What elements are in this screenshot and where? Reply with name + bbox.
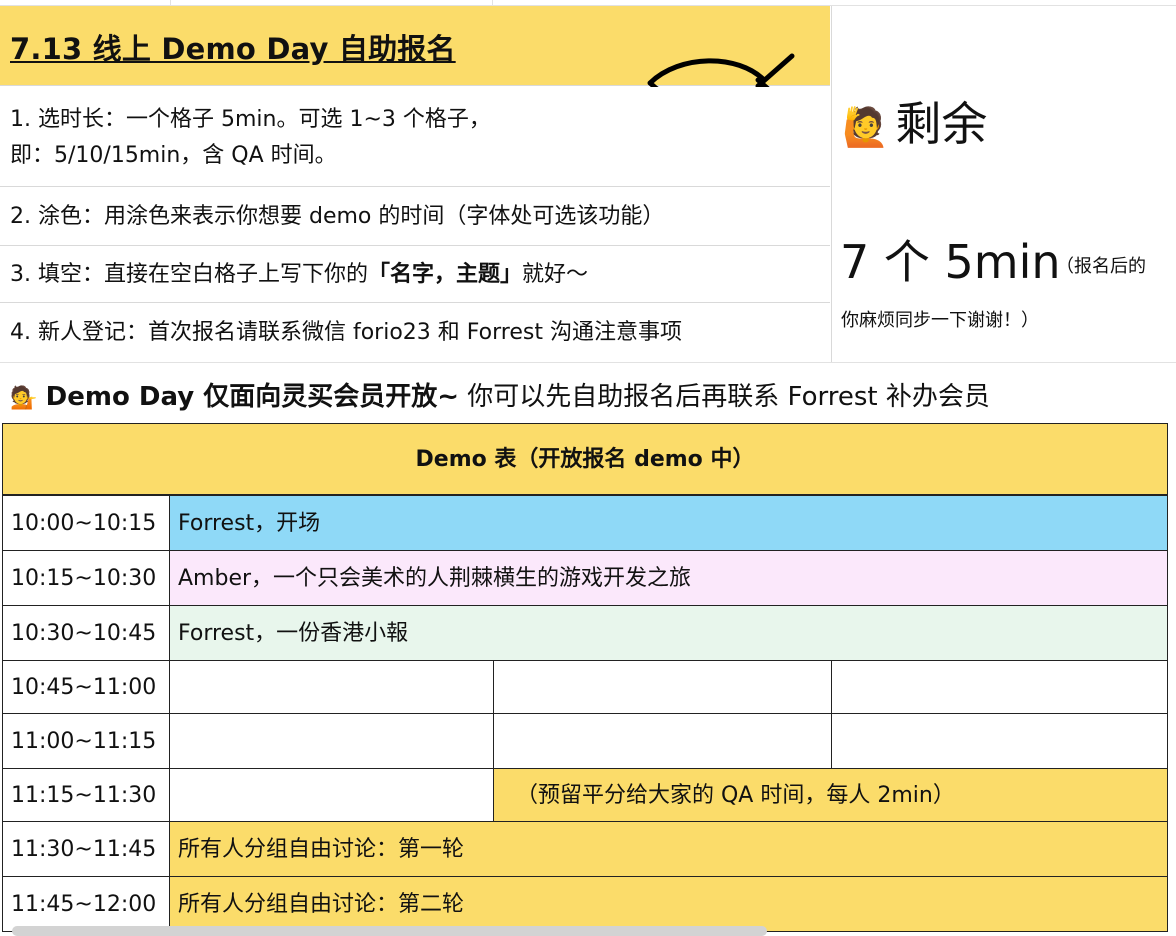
demo-table-header: Demo 表（开放报名 demo 中）	[2, 423, 1168, 495]
remaining-label: 🙋 剩余	[842, 88, 987, 154]
instruction-row-4: 4. 新人登记：首次报名请联系微信 forio23 和 Forrest 沟通注意…	[0, 304, 830, 362]
time-cell: 10:15~10:30	[2, 550, 170, 606]
instruction-row-2: 2. 涂色：用涂色来表示你想要 demo 的时间（字体处可选该功能）	[0, 188, 830, 246]
empty-slot-cell[interactable]	[831, 660, 1168, 714]
empty-slot-cell[interactable]	[493, 660, 832, 714]
tipping-hand-emoji: 💁	[10, 386, 38, 411]
empty-slot-cell[interactable]	[169, 660, 494, 714]
time-cell: 11:30~11:45	[2, 821, 170, 877]
time-cell: 10:00~10:15	[2, 495, 170, 551]
notice-normal: 你可以先自助报名后再联系 Forrest 补办会员	[459, 382, 990, 412]
empty-slot-cell[interactable]	[831, 713, 1168, 769]
discussion-slot-cell[interactable]: 所有人分组自由讨论：第二轮	[169, 876, 1168, 932]
remaining-note-1: （报名后的	[1056, 256, 1146, 277]
horizontal-scrollbar[interactable]	[12, 926, 767, 936]
remaining-count: 7 个 5min	[840, 235, 1061, 289]
demo-slot-cell[interactable]: Forrest，开场	[169, 495, 1168, 551]
empty-slot-cell[interactable]	[169, 768, 494, 822]
instruction-3-bold: 「名字，主题」	[368, 262, 523, 287]
remaining-note-2: 你麻烦同步一下谢谢！）	[841, 310, 1039, 331]
page-title: 7.13 线上 Demo Day 自助报名	[10, 32, 456, 66]
notice-bold: Demo Day 仅面向灵买会员开放~	[45, 382, 460, 412]
instruction-2: 2. 涂色：用涂色来表示你想要 demo 的时间（字体处可选该功能）	[10, 204, 665, 229]
empty-slot-cell[interactable]	[169, 713, 494, 769]
instruction-3: 3. 填空：直接在空白格子上写下你的「名字，主题」就好～	[10, 258, 588, 292]
time-cell: 11:15~11:30	[2, 768, 170, 822]
empty-slot-cell[interactable]	[493, 713, 832, 769]
instruction-row-1: 1. 选时长：一个格子 5min。可选 1~3 个格子， 即：5/10/15mi…	[0, 87, 830, 187]
demo-slot-cell[interactable]: Forrest，一份香港小報	[169, 605, 1168, 661]
time-cell: 10:30~10:45	[2, 605, 170, 661]
instruction-1-line2: 即：5/10/15min，含 QA 时间。	[10, 143, 337, 168]
discussion-slot-cell[interactable]: 所有人分组自由讨论：第一轮	[169, 821, 1168, 877]
instruction-3-post: 就好～	[522, 262, 589, 287]
raising-hand-emoji: 🙋	[842, 105, 890, 149]
instruction-1-line1: 1. 选时长：一个格子 5min。可选 1~3 个格子，	[10, 107, 491, 132]
instruction-4: 4. 新人登记：首次报名请联系微信 forio23 和 Forrest 沟通注意…	[10, 320, 682, 345]
demo-slot-cell[interactable]: Amber，一个只会美术的人荆棘横生的游戏开发之旅	[169, 550, 1168, 606]
instruction-3-pre: 3. 填空：直接在空白格子上写下你的	[10, 262, 368, 287]
remaining-text: 剩余	[895, 97, 988, 151]
instruction-row-3: 3. 填空：直接在空白格子上写下你的「名字，主题」就好～	[0, 247, 830, 303]
time-cell: 11:45~12:00	[2, 876, 170, 932]
qa-slot-cell[interactable]: （预留平分给大家的 QA 时间，每人 2min）	[493, 768, 1168, 822]
membership-notice: 💁 Demo Day 仅面向灵买会员开放~ 你可以先自助报名后再联系 Forre…	[10, 376, 990, 413]
time-cell: 11:00~11:15	[2, 713, 170, 769]
time-cell: 10:45~11:00	[2, 660, 170, 714]
